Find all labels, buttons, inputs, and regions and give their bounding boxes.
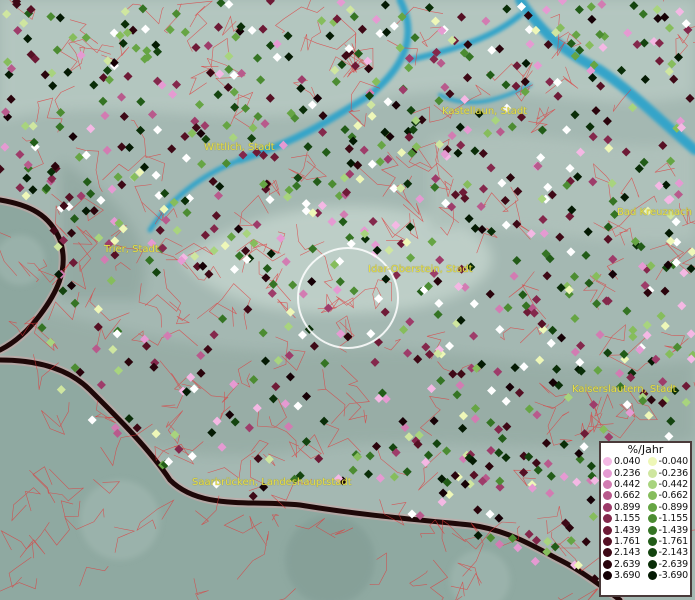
legend-positive-value: 1.155 [614, 513, 641, 525]
legend-positive-swatch [603, 468, 612, 478]
legend-negative-row: -2.143 [647, 547, 691, 559]
legend-positive-row: 3.690 [603, 570, 646, 581]
legend-negative-row: -0.662 [647, 490, 691, 502]
legend-negative-row: -0.899 [647, 501, 691, 513]
legend-negative-row: -1.761 [647, 535, 691, 547]
legend-negative-swatch [647, 479, 657, 489]
legend-negative-swatch [647, 491, 657, 501]
legend-negative-value: -0.442 [658, 478, 689, 490]
legend-negative-swatch [647, 514, 657, 524]
legend-negative-value: -2.143 [658, 547, 689, 559]
legend-negative-value: -1.155 [658, 513, 689, 525]
legend-negative-swatch [647, 559, 657, 569]
legend-negative-swatch [647, 525, 657, 535]
legend-positive-row: 1.761 [603, 536, 646, 547]
legend-positive-swatch [603, 571, 612, 581]
legend-positive-value: 2.639 [614, 558, 641, 570]
legend-negative-swatch [647, 502, 657, 512]
legend-negative-row: -0.236 [647, 467, 691, 479]
legend-negative-row: -3.690 [647, 570, 691, 582]
legend-negative-value: -0.236 [658, 467, 689, 479]
legend-positive-value: 0.040 [614, 456, 641, 468]
legend-negative-value: -0.899 [658, 501, 689, 513]
legend-positive-value: 1.761 [614, 535, 641, 547]
legend-negative-swatch [647, 571, 657, 581]
legend: %/Jahr 0.040 0.236 0.442 0.662 0.899 1.155 1.4… [599, 441, 692, 597]
legend-negative-row: -2.639 [647, 558, 691, 570]
map-canvas [0, 0, 695, 600]
legend-positive-row: 0.899 [603, 502, 646, 513]
legend-negative-value: -3.690 [658, 570, 689, 582]
legend-negative-swatch [647, 536, 657, 546]
legend-negative-row: -0.442 [647, 478, 691, 490]
legend-positive-swatch [603, 536, 612, 546]
legend-negative-value: -0.662 [658, 490, 689, 502]
legend-positive-swatch [603, 457, 612, 467]
legend-positive-swatch [603, 548, 612, 558]
legend-positive-swatch [603, 559, 612, 569]
legend-negative-row: -0.040 [647, 456, 691, 468]
legend-positive-column: 0.040 0.236 0.442 0.662 0.899 1.155 1.439 1.761… [601, 456, 646, 581]
legend-positive-value: 0.442 [614, 478, 641, 490]
map-view[interactable]: Kastellaun, Stadt Wittlich, Stadt Bad Kr… [0, 0, 695, 600]
legend-positive-row: 2.639 [603, 559, 646, 570]
legend-positive-row: 0.662 [603, 490, 646, 501]
legend-negative-swatch [647, 548, 657, 558]
legend-positive-value: 0.899 [614, 501, 641, 513]
legend-positive-row: 0.442 [603, 479, 646, 490]
legend-positive-row: 1.439 [603, 524, 646, 536]
legend-positive-value: 3.690 [614, 570, 641, 582]
legend-positive-swatch [603, 514, 612, 524]
legend-negative-swatch [647, 468, 657, 478]
legend-positive-swatch [603, 525, 612, 535]
legend-positive-row: 2.143 [603, 547, 646, 558]
legend-negative-row: -1.155 [647, 513, 691, 525]
legend-negative-value: -1.439 [658, 524, 689, 536]
legend-negative-value: -2.639 [658, 558, 689, 570]
legend-positive-value: 0.662 [614, 490, 641, 502]
legend-negative-row: -1.439 [647, 524, 691, 536]
legend-positive-row: 0.236 [603, 467, 646, 479]
legend-title: %/Jahr [627, 443, 664, 456]
legend-positive-swatch [603, 502, 612, 512]
legend-positive-swatch [603, 491, 612, 501]
legend-positive-swatch [603, 479, 612, 489]
legend-positive-value: 1.439 [614, 524, 641, 536]
legend-negative-swatch [647, 457, 657, 467]
legend-positive-value: 2.143 [614, 547, 641, 559]
legend-negative-value: -0.040 [658, 456, 689, 468]
legend-positive-row: 1.155 [603, 513, 646, 524]
legend-negative-column: -0.040 -0.236 -0.442 -0.662 -0.899 -1.155 -1.4… [646, 456, 691, 581]
legend-positive-value: 0.236 [614, 467, 641, 479]
legend-negative-value: -1.761 [658, 535, 689, 547]
legend-positive-row: 0.040 [603, 456, 646, 467]
